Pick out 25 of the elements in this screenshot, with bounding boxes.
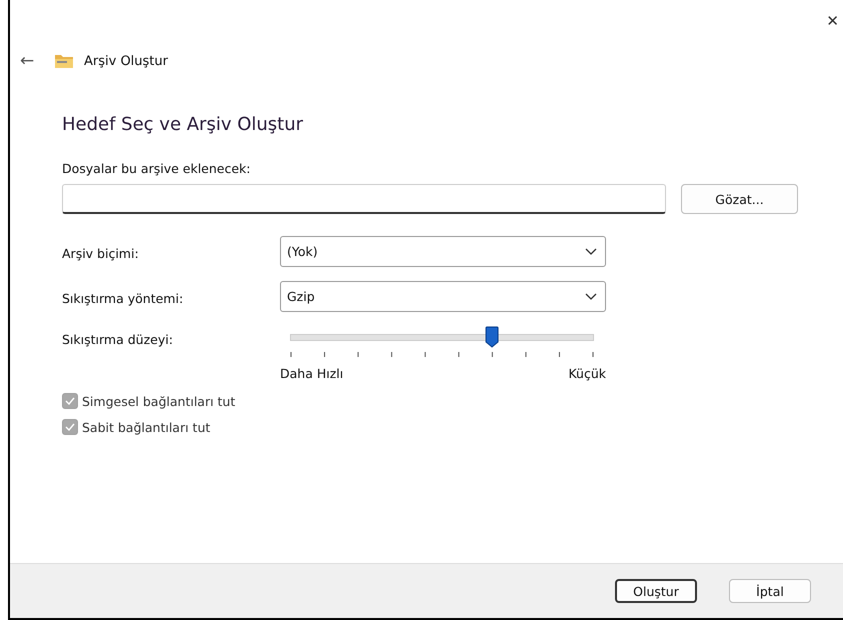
dropdown[interactable]: Gzip: [280, 281, 606, 312]
dropdown[interactable]: (Yok): [280, 236, 606, 267]
window-title: Arşiv Oluştur: [84, 54, 168, 68]
field-label: Arşiv biçimi:: [62, 245, 140, 261]
back-button[interactable]: ←: [20, 51, 44, 71]
dialog-button[interactable]: İptal: [729, 579, 811, 603]
checkbox-label: Simgesel bağlantıları tut: [82, 394, 236, 408]
slider-thumb[interactable]: [485, 326, 500, 348]
folder-icon: [54, 53, 74, 69]
slider[interactable]: [290, 326, 594, 348]
slider-min-label: Daha Hızlı: [280, 366, 344, 381]
field-label: Dosyalar bu arşive eklenecek:: [62, 161, 252, 176]
check-icon: [65, 423, 75, 431]
browse-button[interactable]: Gözat...: [681, 184, 798, 214]
field-label: Sıkıştırma yöntemi:: [62, 290, 184, 306]
input-field[interactable]: [62, 184, 666, 214]
chevron-down-icon: [585, 248, 597, 256]
close-button[interactable]: ✕: [826, 0, 843, 40]
field-label: Sıkıştırma düzeyi:: [62, 331, 174, 347]
slider-max-label: Küçük: [568, 366, 606, 381]
checkbox-label: Sabit bağlantıları tut: [82, 420, 210, 434]
dialog-button[interactable]: Oluştur: [615, 579, 697, 603]
check-icon: [65, 397, 75, 405]
chevron-down-icon: [585, 292, 597, 300]
page-heading: Hedef Seç ve Arşiv Oluştur: [62, 114, 304, 135]
